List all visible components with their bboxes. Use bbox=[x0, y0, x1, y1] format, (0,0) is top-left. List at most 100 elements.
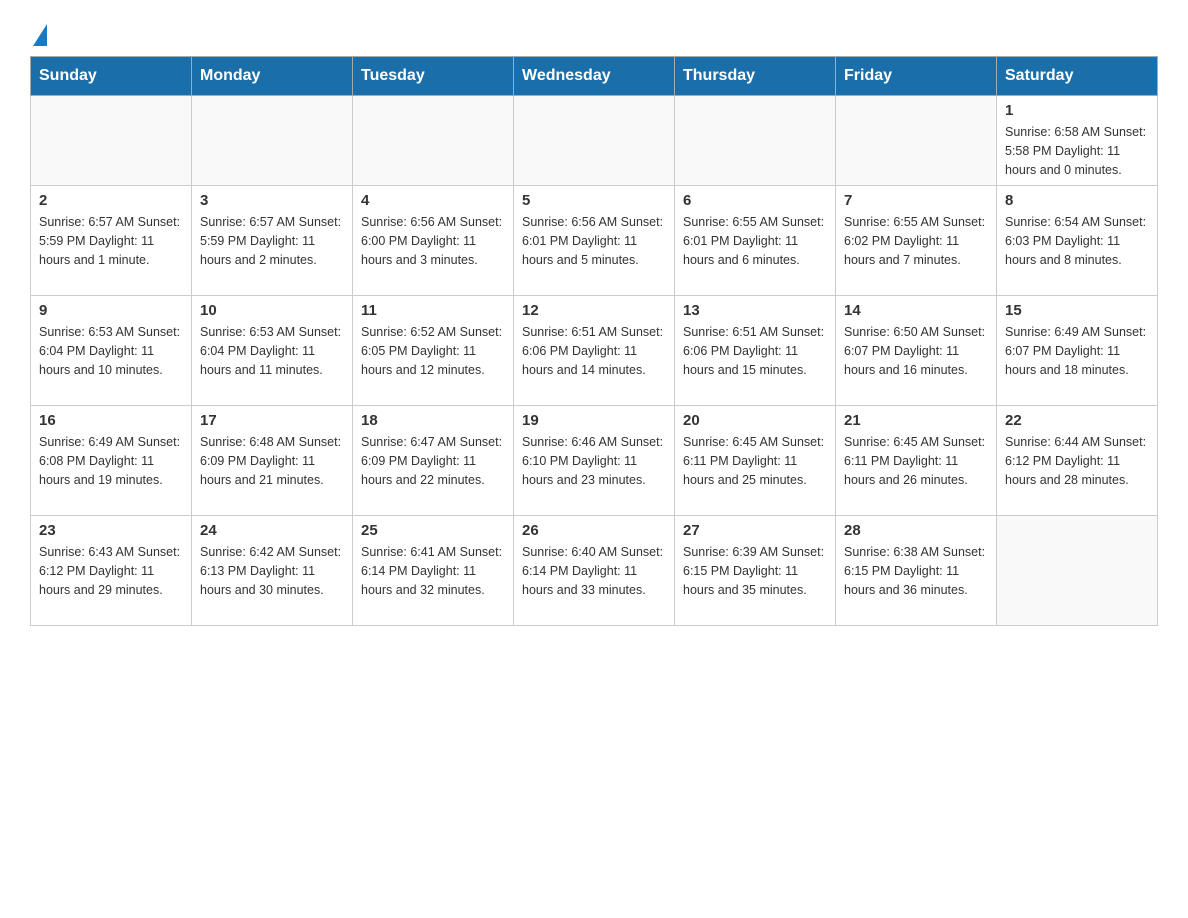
calendar-cell bbox=[836, 96, 997, 186]
day-info: Sunrise: 6:42 AM Sunset: 6:13 PM Dayligh… bbox=[200, 543, 344, 599]
calendar-cell bbox=[675, 96, 836, 186]
weekday-header-sunday: Sunday bbox=[31, 57, 192, 96]
day-number: 9 bbox=[39, 302, 183, 319]
day-info: Sunrise: 6:56 AM Sunset: 6:00 PM Dayligh… bbox=[361, 213, 505, 269]
calendar-cell: 16Sunrise: 6:49 AM Sunset: 6:08 PM Dayli… bbox=[31, 406, 192, 516]
calendar-cell: 4 Sunrise: 6:56 AM Sunset: 6:00 PM Daylig… bbox=[353, 186, 514, 296]
calendar-cell: 9 Sunrise: 6:53 AM Sunset: 6:04 PM Daylig… bbox=[31, 296, 192, 406]
day-info: Sunrise: 6:55 AM Sunset: 6:02 PM Dayligh… bbox=[844, 213, 988, 269]
calendar-cell: 5 Sunrise: 6:56 AM Sunset: 6:01 PM Daylig… bbox=[514, 186, 675, 296]
day-number: 20 bbox=[683, 412, 827, 429]
day-number: 14 bbox=[844, 302, 988, 319]
calendar-cell: 1 Sunrise: 6:58 AM Sunset: 5:58 PM Daylig… bbox=[997, 96, 1158, 186]
day-info: Sunrise: 6:55 AM Sunset: 6:01 PM Dayligh… bbox=[683, 213, 827, 269]
day-info: Sunrise: 6:46 AM Sunset: 6:10 PM Dayligh… bbox=[522, 433, 666, 489]
day-info: Sunrise: 6:49 AM Sunset: 6:08 PM Dayligh… bbox=[39, 433, 183, 489]
calendar-cell: 15Sunrise: 6:49 AM Sunset: 6:07 PM Dayli… bbox=[997, 296, 1158, 406]
logo-triangle-icon bbox=[33, 24, 47, 46]
day-number: 26 bbox=[522, 522, 666, 539]
calendar-cell bbox=[353, 96, 514, 186]
day-number: 1 bbox=[1005, 102, 1149, 119]
day-info: Sunrise: 6:57 AM Sunset: 5:59 PM Dayligh… bbox=[39, 213, 183, 269]
day-info: Sunrise: 6:53 AM Sunset: 6:04 PM Dayligh… bbox=[200, 323, 344, 379]
page-header bbox=[30, 20, 1158, 46]
day-info: Sunrise: 6:51 AM Sunset: 6:06 PM Dayligh… bbox=[522, 323, 666, 379]
calendar-cell: 23 Sunrise: 6:43 AM Sunset: 6:12 PM Dayli… bbox=[31, 516, 192, 626]
day-number: 15 bbox=[1005, 302, 1149, 319]
logo bbox=[30, 20, 47, 46]
day-info: Sunrise: 6:41 AM Sunset: 6:14 PM Dayligh… bbox=[361, 543, 505, 599]
day-info: Sunrise: 6:50 AM Sunset: 6:07 PM Dayligh… bbox=[844, 323, 988, 379]
calendar-cell: 2 Sunrise: 6:57 AM Sunset: 5:59 PM Daylig… bbox=[31, 186, 192, 296]
calendar-cell: 13 Sunrise: 6:51 AM Sunset: 6:06 PM Dayli… bbox=[675, 296, 836, 406]
day-info: Sunrise: 6:45 AM Sunset: 6:11 PM Dayligh… bbox=[683, 433, 827, 489]
day-number: 13 bbox=[683, 302, 827, 319]
week-row-1: 1 Sunrise: 6:58 AM Sunset: 5:58 PM Daylig… bbox=[31, 96, 1158, 186]
calendar-cell: 18 Sunrise: 6:47 AM Sunset: 6:09 PM Dayli… bbox=[353, 406, 514, 516]
day-info: Sunrise: 6:51 AM Sunset: 6:06 PM Dayligh… bbox=[683, 323, 827, 379]
day-info: Sunrise: 6:47 AM Sunset: 6:09 PM Dayligh… bbox=[361, 433, 505, 489]
day-number: 27 bbox=[683, 522, 827, 539]
calendar-cell bbox=[997, 516, 1158, 626]
day-number: 18 bbox=[361, 412, 505, 429]
calendar-cell: 12 Sunrise: 6:51 AM Sunset: 6:06 PM Dayli… bbox=[514, 296, 675, 406]
calendar-cell: 17 Sunrise: 6:48 AM Sunset: 6:09 PM Dayli… bbox=[192, 406, 353, 516]
day-number: 24 bbox=[200, 522, 344, 539]
calendar-cell: 27 Sunrise: 6:39 AM Sunset: 6:15 PM Dayli… bbox=[675, 516, 836, 626]
day-number: 11 bbox=[361, 302, 505, 319]
day-info: Sunrise: 6:39 AM Sunset: 6:15 PM Dayligh… bbox=[683, 543, 827, 599]
week-row-3: 9 Sunrise: 6:53 AM Sunset: 6:04 PM Daylig… bbox=[31, 296, 1158, 406]
day-number: 17 bbox=[200, 412, 344, 429]
day-number: 5 bbox=[522, 192, 666, 209]
day-number: 8 bbox=[1005, 192, 1149, 209]
weekday-header-friday: Friday bbox=[836, 57, 997, 96]
calendar-cell: 3 Sunrise: 6:57 AM Sunset: 5:59 PM Daylig… bbox=[192, 186, 353, 296]
calendar-cell: 26 Sunrise: 6:40 AM Sunset: 6:14 PM Dayli… bbox=[514, 516, 675, 626]
day-info: Sunrise: 6:58 AM Sunset: 5:58 PM Dayligh… bbox=[1005, 123, 1149, 179]
day-info: Sunrise: 6:53 AM Sunset: 6:04 PM Dayligh… bbox=[39, 323, 183, 379]
calendar-cell: 20 Sunrise: 6:45 AM Sunset: 6:11 PM Dayli… bbox=[675, 406, 836, 516]
weekday-header-tuesday: Tuesday bbox=[353, 57, 514, 96]
calendar-cell: 25 Sunrise: 6:41 AM Sunset: 6:14 PM Dayli… bbox=[353, 516, 514, 626]
day-number: 6 bbox=[683, 192, 827, 209]
day-number: 21 bbox=[844, 412, 988, 429]
week-row-2: 2 Sunrise: 6:57 AM Sunset: 5:59 PM Daylig… bbox=[31, 186, 1158, 296]
day-info: Sunrise: 6:40 AM Sunset: 6:14 PM Dayligh… bbox=[522, 543, 666, 599]
weekday-header-monday: Monday bbox=[192, 57, 353, 96]
calendar-cell: 28 Sunrise: 6:38 AM Sunset: 6:15 PM Dayli… bbox=[836, 516, 997, 626]
calendar-cell: 22 Sunrise: 6:44 AM Sunset: 6:12 PM Dayli… bbox=[997, 406, 1158, 516]
day-info: Sunrise: 6:45 AM Sunset: 6:11 PM Dayligh… bbox=[844, 433, 988, 489]
day-info: Sunrise: 6:38 AM Sunset: 6:15 PM Dayligh… bbox=[844, 543, 988, 599]
day-number: 3 bbox=[200, 192, 344, 209]
day-number: 7 bbox=[844, 192, 988, 209]
day-number: 23 bbox=[39, 522, 183, 539]
calendar-cell: 14 Sunrise: 6:50 AM Sunset: 6:07 PM Dayli… bbox=[836, 296, 997, 406]
day-info: Sunrise: 6:56 AM Sunset: 6:01 PM Dayligh… bbox=[522, 213, 666, 269]
day-info: Sunrise: 6:44 AM Sunset: 6:12 PM Dayligh… bbox=[1005, 433, 1149, 489]
calendar-cell: 11 Sunrise: 6:52 AM Sunset: 6:05 PM Dayli… bbox=[353, 296, 514, 406]
day-number: 19 bbox=[522, 412, 666, 429]
calendar-table: SundayMondayTuesdayWednesdayThursdayFrid… bbox=[30, 56, 1158, 626]
day-info: Sunrise: 6:52 AM Sunset: 6:05 PM Dayligh… bbox=[361, 323, 505, 379]
weekday-header-row: SundayMondayTuesdayWednesdayThursdayFrid… bbox=[31, 57, 1158, 96]
day-number: 2 bbox=[39, 192, 183, 209]
day-number: 10 bbox=[200, 302, 344, 319]
calendar-cell: 6 Sunrise: 6:55 AM Sunset: 6:01 PM Daylig… bbox=[675, 186, 836, 296]
day-info: Sunrise: 6:48 AM Sunset: 6:09 PM Dayligh… bbox=[200, 433, 344, 489]
calendar-cell: 7 Sunrise: 6:55 AM Sunset: 6:02 PM Daylig… bbox=[836, 186, 997, 296]
day-info: Sunrise: 6:43 AM Sunset: 6:12 PM Dayligh… bbox=[39, 543, 183, 599]
day-number: 25 bbox=[361, 522, 505, 539]
day-info: Sunrise: 6:54 AM Sunset: 6:03 PM Dayligh… bbox=[1005, 213, 1149, 269]
calendar-cell: 19 Sunrise: 6:46 AM Sunset: 6:10 PM Dayli… bbox=[514, 406, 675, 516]
week-row-5: 23 Sunrise: 6:43 AM Sunset: 6:12 PM Dayli… bbox=[31, 516, 1158, 626]
week-row-4: 16Sunrise: 6:49 AM Sunset: 6:08 PM Dayli… bbox=[31, 406, 1158, 516]
weekday-header-thursday: Thursday bbox=[675, 57, 836, 96]
day-number: 12 bbox=[522, 302, 666, 319]
day-info: Sunrise: 6:57 AM Sunset: 5:59 PM Dayligh… bbox=[200, 213, 344, 269]
day-number: 28 bbox=[844, 522, 988, 539]
calendar-cell: 10 Sunrise: 6:53 AM Sunset: 6:04 PM Dayli… bbox=[192, 296, 353, 406]
calendar-cell: 21 Sunrise: 6:45 AM Sunset: 6:11 PM Dayli… bbox=[836, 406, 997, 516]
day-number: 22 bbox=[1005, 412, 1149, 429]
day-number: 4 bbox=[361, 192, 505, 209]
calendar-cell bbox=[514, 96, 675, 186]
